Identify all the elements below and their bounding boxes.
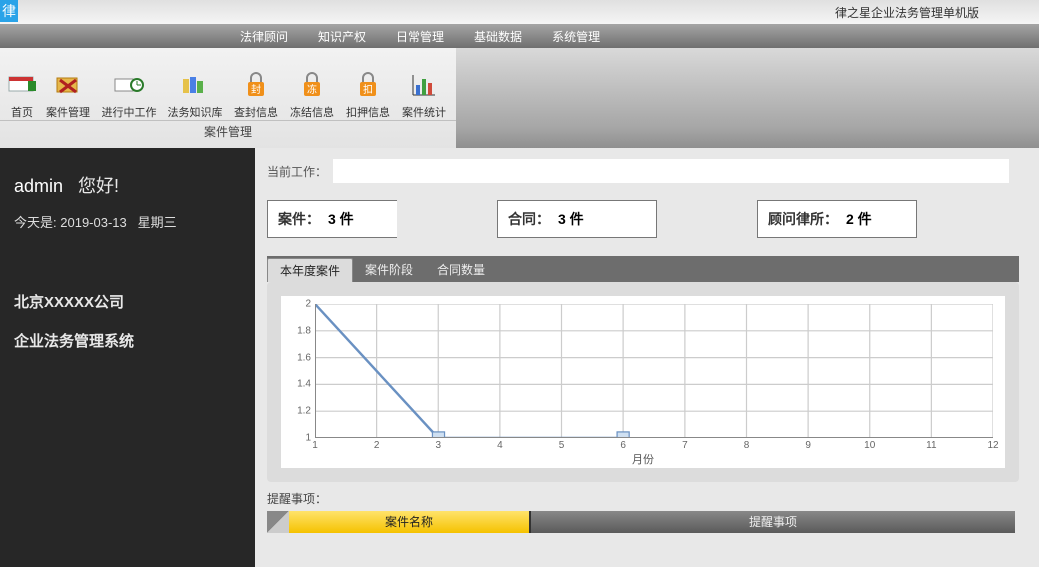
inprogress-icon: [114, 70, 144, 100]
chart-xaxis-title: 月份: [281, 451, 1005, 467]
barchart-icon: [409, 70, 439, 100]
home-button[interactable]: 首页: [4, 70, 40, 120]
tabstrip: 本年度案件 案件阶段 合同数量: [267, 256, 1019, 282]
stat-firms-value: 2 件: [846, 209, 872, 229]
chart-panel: 2 1.8 1.6 1.4 1.2 1 1 2 3 4 5 6 7 8 9 10…: [267, 282, 1019, 482]
app-logo: 律: [0, 0, 18, 22]
inprogress-label: 进行中工作: [102, 104, 157, 120]
stat-contracts-value: 3 件: [558, 209, 584, 229]
reminder-header: 案件名称 提醒事项: [267, 511, 1015, 533]
menu-item-system[interactable]: 系统管理: [552, 28, 600, 45]
home-icon: [7, 70, 37, 100]
username: admin: [14, 176, 63, 196]
home-label: 首页: [11, 104, 33, 120]
main-pane: 当前工作： 案件： 3 件 合同： 3 件 顾问律所： 2 件 本年度案件 案件…: [255, 148, 1039, 567]
toolbar-area: 首页 案件管理 进行中工作 法务知识库 封 查封信息 冻 冻结信息: [0, 48, 1039, 148]
withhold-icon: 扣: [353, 70, 383, 100]
menu-item-ip[interactable]: 知识产权: [318, 28, 366, 45]
seal-icon: 封: [241, 70, 271, 100]
today-prefix: 今天是:: [14, 215, 57, 230]
today-date: 2019-03-13: [60, 215, 127, 230]
menu-item-basedata[interactable]: 基础数据: [474, 28, 522, 45]
lawkb-icon: [180, 70, 210, 100]
reminder-selectall-corner[interactable]: [267, 511, 289, 533]
seal-button[interactable]: 封 查封信息: [228, 70, 284, 120]
content: admin 您好! 今天是: 2019-03-13 星期三 北京XXXXX公司 …: [0, 148, 1039, 567]
svg-text:扣: 扣: [363, 83, 373, 96]
menubar: 法律顾问 知识产权 日常管理 基础数据 系统管理: [0, 24, 1039, 48]
menu-item-daily[interactable]: 日常管理: [396, 28, 444, 45]
reminder-col-casename[interactable]: 案件名称: [289, 511, 529, 533]
tab-year-cases[interactable]: 本年度案件: [267, 258, 353, 282]
lawkb-button[interactable]: 法务知识库: [162, 70, 228, 120]
svg-text:封: 封: [251, 83, 261, 96]
stat-contracts-label: 合同：: [508, 209, 550, 229]
freeze-label: 冻结信息: [290, 104, 334, 120]
toolbar-group-label: 案件管理: [0, 120, 456, 146]
svg-text:冻: 冻: [307, 83, 317, 96]
stat-firms-label: 顾问律所：: [768, 209, 838, 229]
stat-cases-value: 3 件: [328, 209, 354, 229]
stats-button[interactable]: 案件统计: [396, 70, 452, 120]
stats-label: 案件统计: [402, 104, 446, 120]
withhold-button[interactable]: 扣 扣押信息: [340, 70, 396, 120]
titlebar: 律 律之星企业法务管理单机版: [0, 0, 1039, 24]
current-work-label: 当前工作：: [267, 163, 327, 180]
toolbar-group: 首页 案件管理 进行中工作 法务知识库 封 查封信息 冻 冻结信息: [0, 48, 456, 148]
today-line: 今天是: 2019-03-13 星期三: [14, 212, 241, 231]
withhold-label: 扣押信息: [346, 104, 390, 120]
current-work-row: 当前工作：: [267, 158, 1039, 184]
inprogress-button[interactable]: 进行中工作: [96, 70, 162, 120]
stat-cases-label: 案件：: [278, 209, 320, 229]
stat-cases: 案件： 3 件: [267, 200, 397, 238]
menu-item-legal[interactable]: 法律顾问: [240, 28, 288, 45]
seal-label: 查封信息: [234, 104, 278, 120]
stat-firms: 顾问律所： 2 件: [757, 200, 917, 238]
today-dow: 星期三: [138, 215, 177, 230]
chart-y-labels: 2 1.8 1.6 1.4 1.2 1: [285, 304, 313, 438]
stat-contracts: 合同： 3 件: [497, 200, 657, 238]
app-title: 律之星企业法务管理单机版: [835, 4, 979, 21]
chart-plot: [315, 304, 993, 438]
system-name: 企业法务管理系统: [14, 330, 241, 351]
left-pane: admin 您好! 今天是: 2019-03-13 星期三 北京XXXXX公司 …: [0, 148, 255, 567]
cases-label: 案件管理: [46, 104, 90, 120]
company-name: 北京XXXXX公司: [14, 291, 241, 312]
reminder-section-label: 提醒事项：: [267, 490, 1039, 507]
freeze-icon: 冻: [297, 70, 327, 100]
tab-contract-qty[interactable]: 合同数量: [425, 258, 497, 282]
greeting: admin 您好!: [14, 172, 241, 198]
lawkb-label: 法务知识库: [168, 104, 223, 120]
reminder-col-item[interactable]: 提醒事项: [531, 511, 1015, 533]
current-work-display: [333, 159, 1009, 183]
cases-button[interactable]: 案件管理: [40, 70, 96, 120]
freeze-button[interactable]: 冻 冻结信息: [284, 70, 340, 120]
stats-row: 案件： 3 件 合同： 3 件 顾问律所： 2 件: [267, 200, 1039, 238]
tab-case-stage[interactable]: 案件阶段: [353, 258, 425, 282]
greet-suffix: 您好!: [78, 176, 119, 196]
cases-icon: [53, 70, 83, 100]
